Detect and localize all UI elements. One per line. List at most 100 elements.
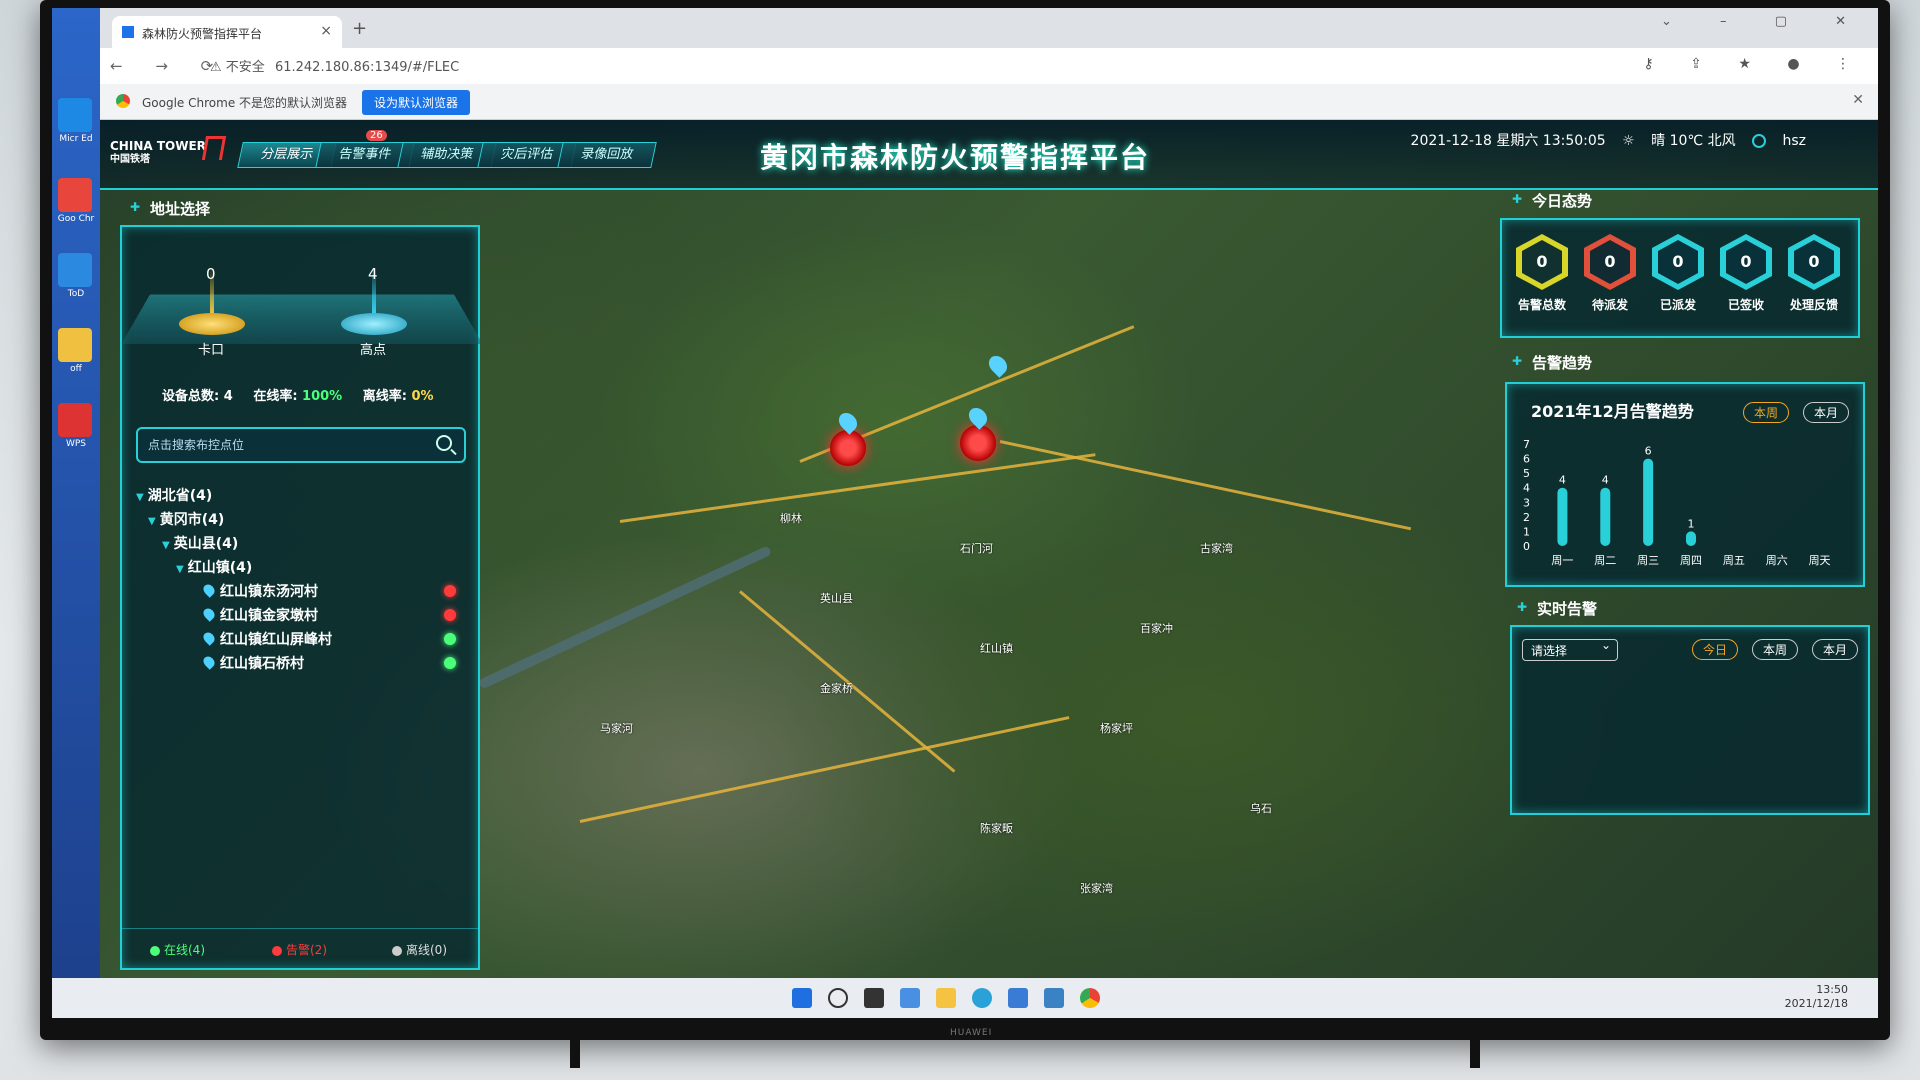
search-icon[interactable] — [828, 988, 848, 1008]
legend-online[interactable]: 在线(4) — [150, 941, 205, 958]
offline-rate: 0% — [411, 389, 434, 404]
trend-tab-month[interactable]: 本月 — [1803, 402, 1850, 423]
checkpoint-label: 卡口 — [198, 343, 225, 358]
x-category-label: 周三 — [1637, 554, 1659, 567]
y-tick-label: 6 — [1523, 453, 1530, 466]
online-rate: 100% — [302, 389, 343, 404]
tv-stand-right — [1470, 1038, 1480, 1068]
desktop-label-2: ToD — [67, 289, 85, 299]
top-bar: CHINA TOWER 中国铁塔 分层展示 告警事件 26 辅助决策 灾后评估 … — [100, 120, 1878, 190]
screen: Micr Ed Goo Chr ToD off WPS 森林防火预警指挥平台 ×… — [52, 8, 1878, 1018]
desktop-label-1: Goo Chr — [57, 214, 95, 224]
y-tick-label: 2 — [1523, 511, 1530, 524]
todo-icon[interactable] — [58, 253, 92, 287]
device-stats: 设备总数: 4 在线率: 100% 离线率: 0% — [162, 389, 434, 404]
browser-tab[interactable]: 森林防火预警指挥平台 × — [112, 16, 342, 48]
map-place-label: 张家湾 — [1080, 882, 1113, 895]
status-hex-value: 0 — [1794, 240, 1834, 284]
realtime-tab-week[interactable]: 本周 — [1752, 639, 1799, 660]
url-field[interactable]: ⚠ 不安全 61.242.180.86:1349/#/FLEC — [210, 56, 459, 75]
tv-brand: HUAWEI — [950, 1028, 993, 1038]
alarm-marker[interactable] — [960, 425, 996, 461]
realtime-tab-today[interactable]: 今日 — [1692, 639, 1739, 660]
url-text: 61.242.180.86:1349/#/FLEC — [274, 60, 460, 75]
legend-alarm[interactable]: 告警(2) — [272, 941, 327, 958]
map-road — [619, 453, 1096, 523]
map-place-label: 百家冲 — [1140, 622, 1173, 635]
tree-leaf-site[interactable]: 红山镇金家墩村 — [136, 605, 466, 629]
alarm-marker[interactable] — [830, 430, 866, 466]
nav-video-playback[interactable]: 录像回放 — [557, 142, 657, 168]
new-tab-button[interactable]: + — [352, 18, 367, 39]
checkpoint-count: 0 — [206, 265, 216, 283]
app-icon[interactable] — [1044, 988, 1064, 1008]
window-controls[interactable]: ⌄ – ▢ ✕ — [1661, 14, 1868, 29]
location-pin-icon — [201, 630, 217, 646]
legend-offline[interactable]: 离线(0) — [392, 941, 447, 958]
status-hex-icon: 0 — [1788, 234, 1840, 290]
status-hex-value: 0 — [1590, 240, 1630, 284]
tab-title: 森林防火预警指挥平台 — [142, 27, 263, 41]
today-status-heading: 今日态势 — [1510, 190, 1592, 211]
desktop-label-4: WPS — [65, 439, 87, 449]
realtime-filter-select[interactable]: 请选择 — [1522, 638, 1618, 661]
map-place-label: 乌石 — [1250, 802, 1272, 815]
realtime-tab-month[interactable]: 本月 — [1812, 639, 1859, 660]
tree-node-town[interactable]: ▼ 红山镇(4) — [136, 557, 466, 581]
map-place-label: 陈家畈 — [980, 822, 1013, 835]
tree-leaf-site[interactable]: 红山镇红山屏峰村 — [136, 629, 466, 653]
status-hex-label: 处理反馈 — [1789, 298, 1838, 312]
system-clock[interactable]: 13:50 2021/12/18 — [1785, 983, 1848, 1011]
chrome-icon[interactable] — [58, 178, 92, 212]
app-map-view[interactable]: 柳林 英山县 红山镇 马家河 金家桥 杨家坪 陈家畈 百家冲 乌石 石门河 古家… — [100, 120, 1878, 978]
search-box[interactable] — [136, 427, 466, 463]
alarm-dot-icon — [272, 945, 282, 956]
status-hex-value: 0 — [1658, 240, 1698, 284]
search-input[interactable] — [148, 438, 418, 452]
map-place-label: 石门河 — [960, 542, 993, 555]
set-default-button[interactable]: 设为默认浏览器 — [362, 90, 471, 115]
file-explorer-icon[interactable] — [936, 988, 956, 1008]
tree-node-county[interactable]: ▼ 英山县(4) — [136, 533, 466, 557]
status-hex-label: 已签收 — [1727, 298, 1764, 312]
map-place-label: 古家湾 — [1200, 542, 1233, 555]
device-marker-icon[interactable] — [985, 352, 1011, 378]
status-hex-label: 待派发 — [1591, 298, 1628, 312]
x-category-label: 周五 — [1723, 554, 1745, 567]
map-place-label: 金家桥 — [820, 682, 853, 695]
edge-icon[interactable] — [972, 988, 992, 1008]
start-icon[interactable] — [792, 988, 812, 1008]
alarm-count-badge: 26 — [366, 130, 387, 141]
wps-icon[interactable] — [58, 403, 92, 437]
status-hex-icon: 0 — [1584, 234, 1636, 290]
browser-chrome: 森林防火预警指挥平台 × + ⌄ – ▢ ✕ ← → ⟳ ⚠ 不安全 61.24… — [100, 8, 1878, 120]
y-tick-label: 7 — [1523, 438, 1530, 451]
edge-icon[interactable] — [58, 98, 92, 132]
tree-node-province[interactable]: ▼ 湖北省(4) — [136, 485, 466, 509]
y-tick-label: 0 — [1523, 540, 1530, 553]
widgets-icon[interactable] — [900, 988, 920, 1008]
online-status-icon — [444, 633, 456, 645]
device-total: 4 — [223, 389, 233, 404]
default-browser-infobar: Google Chrome 不是您的默认浏览器 设为默认浏览器 ✕ — [100, 84, 1878, 120]
user-icon[interactable] — [1752, 134, 1767, 148]
map-river — [477, 545, 773, 690]
tree-leaf-site[interactable]: 红山镇石桥村 — [136, 653, 466, 677]
trend-tab-week[interactable]: 本周 — [1743, 402, 1790, 423]
toolbar-icons[interactable]: ⚷ ⇪ ★ ● ⋮ — [1643, 56, 1866, 72]
store-icon[interactable] — [1008, 988, 1028, 1008]
tab-close-icon[interactable]: × — [320, 23, 332, 39]
infobar-close-icon[interactable]: ✕ — [1852, 92, 1864, 108]
tree-leaf-site[interactable]: 红山镇东汤河村 — [136, 581, 466, 605]
username[interactable]: hsz — [1782, 133, 1806, 149]
chrome-icon[interactable] — [1080, 988, 1100, 1008]
trend-chart-title: 2021年12月告警趋势 — [1531, 402, 1694, 421]
folder-icon[interactable] — [58, 328, 92, 362]
status-hex-label: 告警总数 — [1517, 298, 1566, 312]
highpoint-count: 4 — [368, 265, 378, 283]
map-road — [579, 716, 1070, 823]
search-icon[interactable] — [436, 435, 452, 451]
x-category-label: 周天 — [1809, 554, 1831, 567]
tree-node-city[interactable]: ▼ 黄冈市(4) — [136, 509, 466, 533]
task-view-icon[interactable] — [864, 988, 884, 1008]
